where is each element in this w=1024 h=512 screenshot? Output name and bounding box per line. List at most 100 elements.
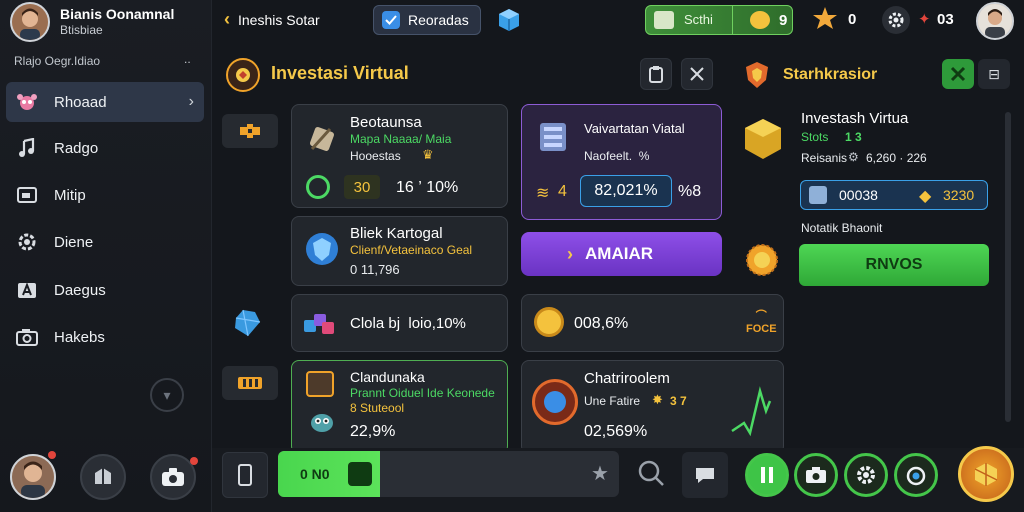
sidebar-item-radgo[interactable]: Radgo	[6, 128, 204, 168]
sidebar-item-rhoaad[interactable]: Rhoaad ›	[6, 82, 204, 122]
sun-coin-icon	[744, 242, 780, 278]
rewards-button[interactable]: Reoradas	[373, 5, 481, 35]
back-button[interactable]: ‹ Ineshis Sotar	[224, 9, 320, 30]
sidebar-item-label: Mitip	[54, 186, 86, 204]
card-title: Clola bj loio,10%	[350, 315, 466, 332]
camera-icon	[16, 326, 38, 348]
coins-icon	[750, 11, 770, 29]
crab-icon	[16, 91, 38, 113]
sidebar-item-label: Radgo	[54, 139, 99, 157]
card-line: Naofeelt. %	[584, 149, 650, 163]
coin-icon	[534, 307, 564, 337]
card-title: Chatriroolem	[584, 370, 670, 387]
trend-line-icon	[730, 371, 780, 445]
top-avatar[interactable]	[976, 2, 1014, 40]
search-progress-field[interactable]: 0 N0 ★	[278, 451, 619, 497]
sidebar-item-label: Hakebs	[54, 328, 105, 346]
investment-card-featured[interactable]: Vaivartatan Viatal Naofeelt. % ≋ 4 82,02…	[521, 104, 722, 220]
money-icon	[348, 462, 372, 486]
map-toggle-icon[interactable]	[942, 59, 974, 89]
server-icon	[534, 117, 574, 157]
rewards-label: Reoradas	[408, 12, 469, 28]
coins-icon: ≋	[536, 185, 550, 202]
settings-gear-icon[interactable]	[882, 6, 910, 34]
chevron-left-icon: ‹	[224, 9, 230, 29]
clipboard-icon[interactable]	[640, 58, 672, 90]
profile-subtitle: Btisbiae	[60, 23, 103, 37]
tag-bars-icon[interactable]	[222, 366, 278, 400]
progress-value: 82,021%	[580, 175, 672, 207]
shield-badge-icon	[742, 60, 772, 90]
card-line: Prannt Oiduel Ide Keonede	[350, 386, 495, 400]
card-value: 02,569%	[584, 423, 648, 440]
lens-icon[interactable]	[894, 453, 938, 497]
card-line: Clienf/Vetaeinaco Geal	[350, 243, 473, 257]
card-left-value: 4	[558, 183, 567, 200]
settings-icon[interactable]	[844, 453, 888, 497]
gem-icon[interactable]	[230, 306, 264, 340]
right-card-title: Investash Virtua	[801, 110, 909, 127]
cube-icon[interactable]	[496, 7, 522, 33]
section-more-icon[interactable]: ..	[184, 52, 191, 66]
check-box-icon	[382, 11, 400, 29]
card-line: Mapa Naaaa/ Maia	[350, 132, 452, 146]
card-line: Hooestas	[350, 149, 401, 163]
chat-icon[interactable]	[682, 452, 728, 498]
energy-count: 03	[937, 11, 954, 28]
currency-label: Scthi	[684, 12, 713, 27]
close-icon[interactable]	[681, 58, 713, 90]
energy-icon: ✦	[918, 11, 931, 28]
stat-left: 00038	[839, 187, 878, 203]
blocks-icon	[302, 308, 338, 340]
tag-bridge-icon[interactable]	[222, 114, 278, 148]
user-avatar-button[interactable]	[10, 454, 56, 500]
shield-icon	[304, 231, 340, 267]
currency-counter[interactable]: Scthi 9	[645, 5, 793, 35]
stack-icon	[809, 186, 827, 204]
investment-card[interactable]: Chatriroolem Une Fatire ✸ 3 7 02,569%	[521, 360, 784, 454]
list-toggle-icon[interactable]: ⊟	[978, 59, 1010, 89]
box-icon[interactable]	[80, 454, 126, 500]
card-value: 22,9%	[350, 423, 396, 440]
section-label: Rlajo Oegr.Idiao	[14, 54, 101, 68]
card-percent: 16 ’ 10%	[396, 179, 459, 196]
trophy-icon[interactable]	[810, 4, 840, 34]
investment-card[interactable]: Beotaunsa Mapa Naaaa/ Maia Hooestas ♛ 30…	[291, 104, 508, 208]
target-icon	[306, 175, 330, 199]
invest-action-button[interactable]: › AMAIAR	[521, 232, 722, 276]
investment-card[interactable]: Bliek Kartogal Clienf/Vetaeinaco Geal 0 …	[291, 216, 508, 286]
profile-avatar[interactable]	[10, 2, 50, 42]
currency-value: 9	[779, 12, 788, 29]
emblem-icon	[532, 379, 578, 425]
stat-bar: 00038 ◆ 3230	[800, 180, 988, 210]
treasure-button[interactable]	[958, 446, 1014, 502]
sidebar-item-daegus[interactable]: Daegus	[6, 270, 204, 310]
pause-button[interactable]	[745, 453, 789, 497]
investment-card[interactable]: 008,6% ⌒ FOCE	[521, 294, 784, 352]
star-icon[interactable]: ★	[591, 461, 609, 486]
card-title: Clandunaka	[350, 369, 425, 385]
sidebar-item-hakebs[interactable]: Hakebs	[6, 317, 204, 357]
investment-card[interactable]: Clandunaka Prannt Oiduel Ide Keonede 8 S…	[291, 360, 508, 454]
scroll-circle-icon[interactable]: ▾	[150, 378, 184, 412]
value-pill: 30	[344, 175, 380, 199]
camera-icon[interactable]	[794, 453, 838, 497]
sidebar: Bianis Oonamnal Btisbiae Rlajo Oegr.Idia…	[0, 0, 212, 512]
back-label: Ineshis Sotar	[238, 11, 320, 28]
card-line: 8 Stuteool	[350, 401, 405, 415]
notification-dot-icon	[48, 451, 56, 459]
phone-icon[interactable]	[222, 452, 268, 498]
sidebar-item-mitip[interactable]: Mitip	[6, 175, 204, 215]
card-title: Beotaunsa	[350, 114, 422, 131]
badge-label: FOCE	[746, 323, 777, 335]
confirm-button[interactable]: RNVOS	[799, 244, 989, 286]
sidebar-item-label: Rhoaad	[54, 93, 107, 111]
search-icon[interactable]	[636, 458, 666, 488]
card-right-value: %8	[678, 183, 702, 200]
creature-icon	[308, 407, 336, 435]
investment-card[interactable]: Clola bj loio,10%	[291, 294, 508, 352]
sidebar-item-label: Diene	[54, 233, 94, 251]
card-value: 0 11,796	[350, 262, 400, 277]
right-scrollbar[interactable]	[1005, 112, 1011, 422]
sidebar-item-diene[interactable]: Diene	[6, 222, 204, 262]
